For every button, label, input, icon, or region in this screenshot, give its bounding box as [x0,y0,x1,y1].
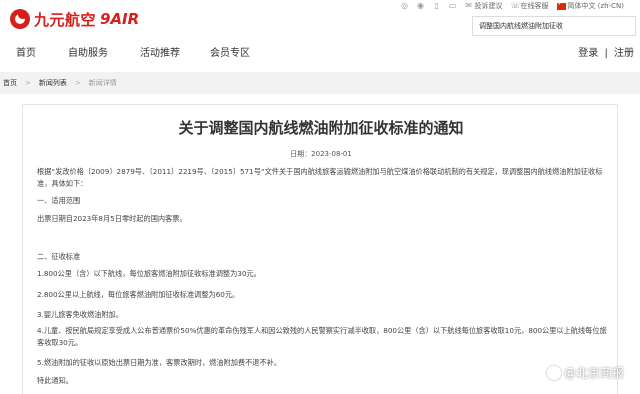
article-paragraph: 4.儿童、按民航局规定享受成人公布普通票价50%优惠的革命伤残军人和因公致残的人… [37,326,607,347]
weibo-icon[interactable]: ◉ [417,2,425,10]
nav-item-home[interactable]: 首页 [16,44,36,59]
language-label: 简体中文 (zh-CN) [567,2,624,10]
breadcrumb-separator: > [25,79,31,87]
article-paragraph: 二、征收标准 [37,252,81,261]
breadcrumb-home[interactable]: 首页 [3,78,17,88]
article-paragraph: 一、适用范围 [37,196,81,205]
nav-item-promotions[interactable]: 活动推荐 [140,44,180,59]
chat-icon: ☏ [510,1,521,10]
search-input[interactable]: 调整国内航线燃油附加征收 [472,16,636,36]
logo-icon [10,9,30,29]
article-title: 关于调整国内航线燃油附加征收标准的通知 [178,119,464,137]
breadcrumb-news-list[interactable]: 新闻列表 [39,78,67,88]
wechat-icon[interactable]: ◎ [401,2,409,10]
complaint-label: 投诉建议 [474,2,503,10]
nav-item-self-service[interactable]: 自助服务 [68,44,108,59]
register-link[interactable]: 注册 [614,48,634,59]
watermark-text: @北京商报 [563,366,624,380]
service-link[interactable]: ☏ 在线客服 [511,1,549,11]
account-links: 登录 | 注册 [575,44,634,59]
watermark-logo-icon [546,365,561,380]
brand-name: 九元航空 [34,10,97,29]
brand-logo[interactable]: 九元航空 9AIR [10,8,139,30]
main-nav: 首页 自助服务 活动推荐 会员专区 登录 | 注册 [0,38,640,64]
article-paragraph: 3.婴儿旅客免收燃油附加。 [37,310,123,319]
brand-code: 9AIR [100,10,140,28]
watermark: @北京商报 [546,364,624,381]
nav-separator: | [604,48,608,59]
header: 九元航空 9AIR ◎ ◉ ▯ ▭ ✉ 投诉建议 ☏ 在线客服 简体中文 (zh… [0,0,640,38]
tablet-icon[interactable]: ▭ [449,2,457,10]
article-date: 日期：2023-08-01 [290,150,352,158]
top-tools: ◎ ◉ ▯ ▭ ✉ 投诉建议 ☏ 在线客服 简体中文 (zh-CN) [401,0,632,12]
nav-item-members[interactable]: 会员专区 [210,44,250,59]
article-paragraph: 1.800公里（含）以下航线，每位旅客燃油附加征收标准调整为30元。 [37,269,261,278]
service-label: 在线客服 [520,2,549,10]
article-paragraph: 5.燃油附加的征收以原始出票日期为准，客票改期时，燃油附加费不退不补。 [37,358,282,367]
breadcrumb-separator: > [74,79,81,87]
article-paragraph: 根据“发改价格〔2009〕2879号、〔2011〕2219号、〔2015〕571… [37,167,603,188]
article-paragraph: 出票日期自2023年8月5日零时起的国内客票。 [37,214,187,223]
article-paragraph: 特此通知。 [37,376,73,385]
breadcrumb-current: 新闻详情 [88,79,117,87]
breadcrumb: 首页 > 新闻列表 > 新闻详情 [0,72,640,94]
china-flag-icon [556,1,566,10]
article-paragraph: 2.800公里以上航线，每位旅客燃油附加征收标准调整为60元。 [37,290,240,299]
language-selector[interactable]: 简体中文 (zh-CN) [556,1,624,11]
article-panel: 关于调整国内航线燃油附加征收标准的通知 日期：2023-08-01 根据“发改价… [22,104,618,394]
complaint-link[interactable]: ✉ 投诉建议 [465,1,503,11]
envelope-icon: ✉ [465,1,472,10]
login-link[interactable]: 登录 [578,48,598,59]
mobile-icon[interactable]: ▯ [433,2,441,10]
